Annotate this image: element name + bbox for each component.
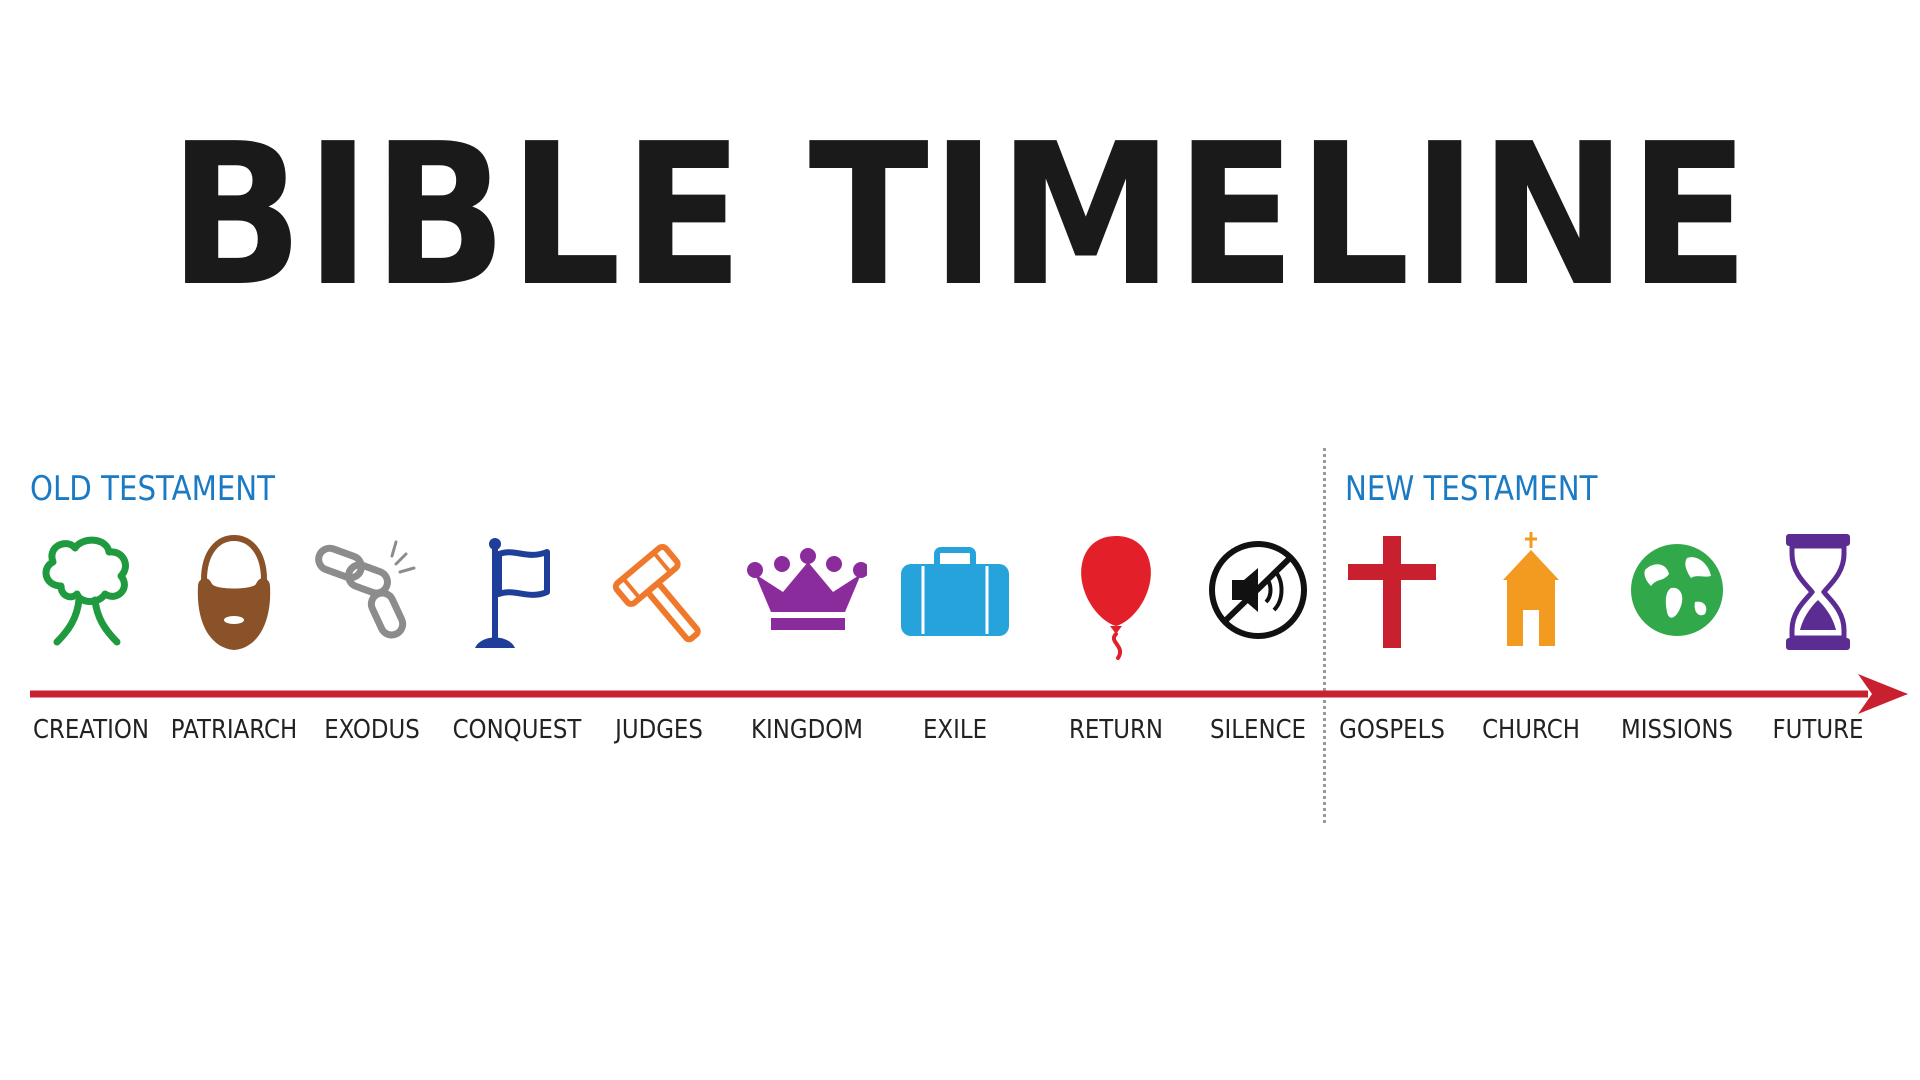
suitcase-icon xyxy=(895,530,1015,660)
crown-icon xyxy=(747,530,869,660)
era-future: FUTURE xyxy=(1743,530,1893,750)
era-gospels: GOSPELS xyxy=(1317,530,1467,750)
era-label: CHURCH xyxy=(1482,715,1580,745)
era-judges: JUDGES xyxy=(584,530,734,750)
gavel-icon xyxy=(599,530,719,660)
tree-icon xyxy=(31,530,151,660)
broken-chain-icon xyxy=(312,530,432,660)
church-icon xyxy=(1471,530,1591,660)
bearded-man-icon xyxy=(174,530,294,660)
era-creation: CREATION xyxy=(16,530,166,750)
era-patriarch: PATRIARCH xyxy=(159,530,309,750)
era-kingdom: KINGDOM xyxy=(732,530,882,750)
mute-icon xyxy=(1198,530,1318,660)
cross-icon xyxy=(1332,530,1452,660)
era-missions: MISSIONS xyxy=(1602,530,1752,750)
era-label: FUTURE xyxy=(1772,715,1864,745)
globe-icon xyxy=(1617,530,1737,660)
era-church: CHURCH xyxy=(1456,530,1606,750)
era-conquest: CONQUEST xyxy=(442,530,592,750)
era-exodus: EXODUS xyxy=(297,530,447,750)
hourglass-icon xyxy=(1758,530,1878,660)
flag-icon xyxy=(457,530,577,660)
balloon-icon xyxy=(1056,530,1176,660)
era-label: KINGDOM xyxy=(751,715,863,745)
era-exile: EXILE xyxy=(880,530,1030,750)
era-label: JUDGES xyxy=(615,715,703,745)
era-return: RETURN xyxy=(1041,530,1191,750)
timeline-diagram: BIBLE TIMELINE OLD TESTAMENT NEW TESTAME… xyxy=(0,0,1920,1080)
era-label: EXILE xyxy=(922,715,988,745)
era-label: EXODUS xyxy=(324,715,420,745)
